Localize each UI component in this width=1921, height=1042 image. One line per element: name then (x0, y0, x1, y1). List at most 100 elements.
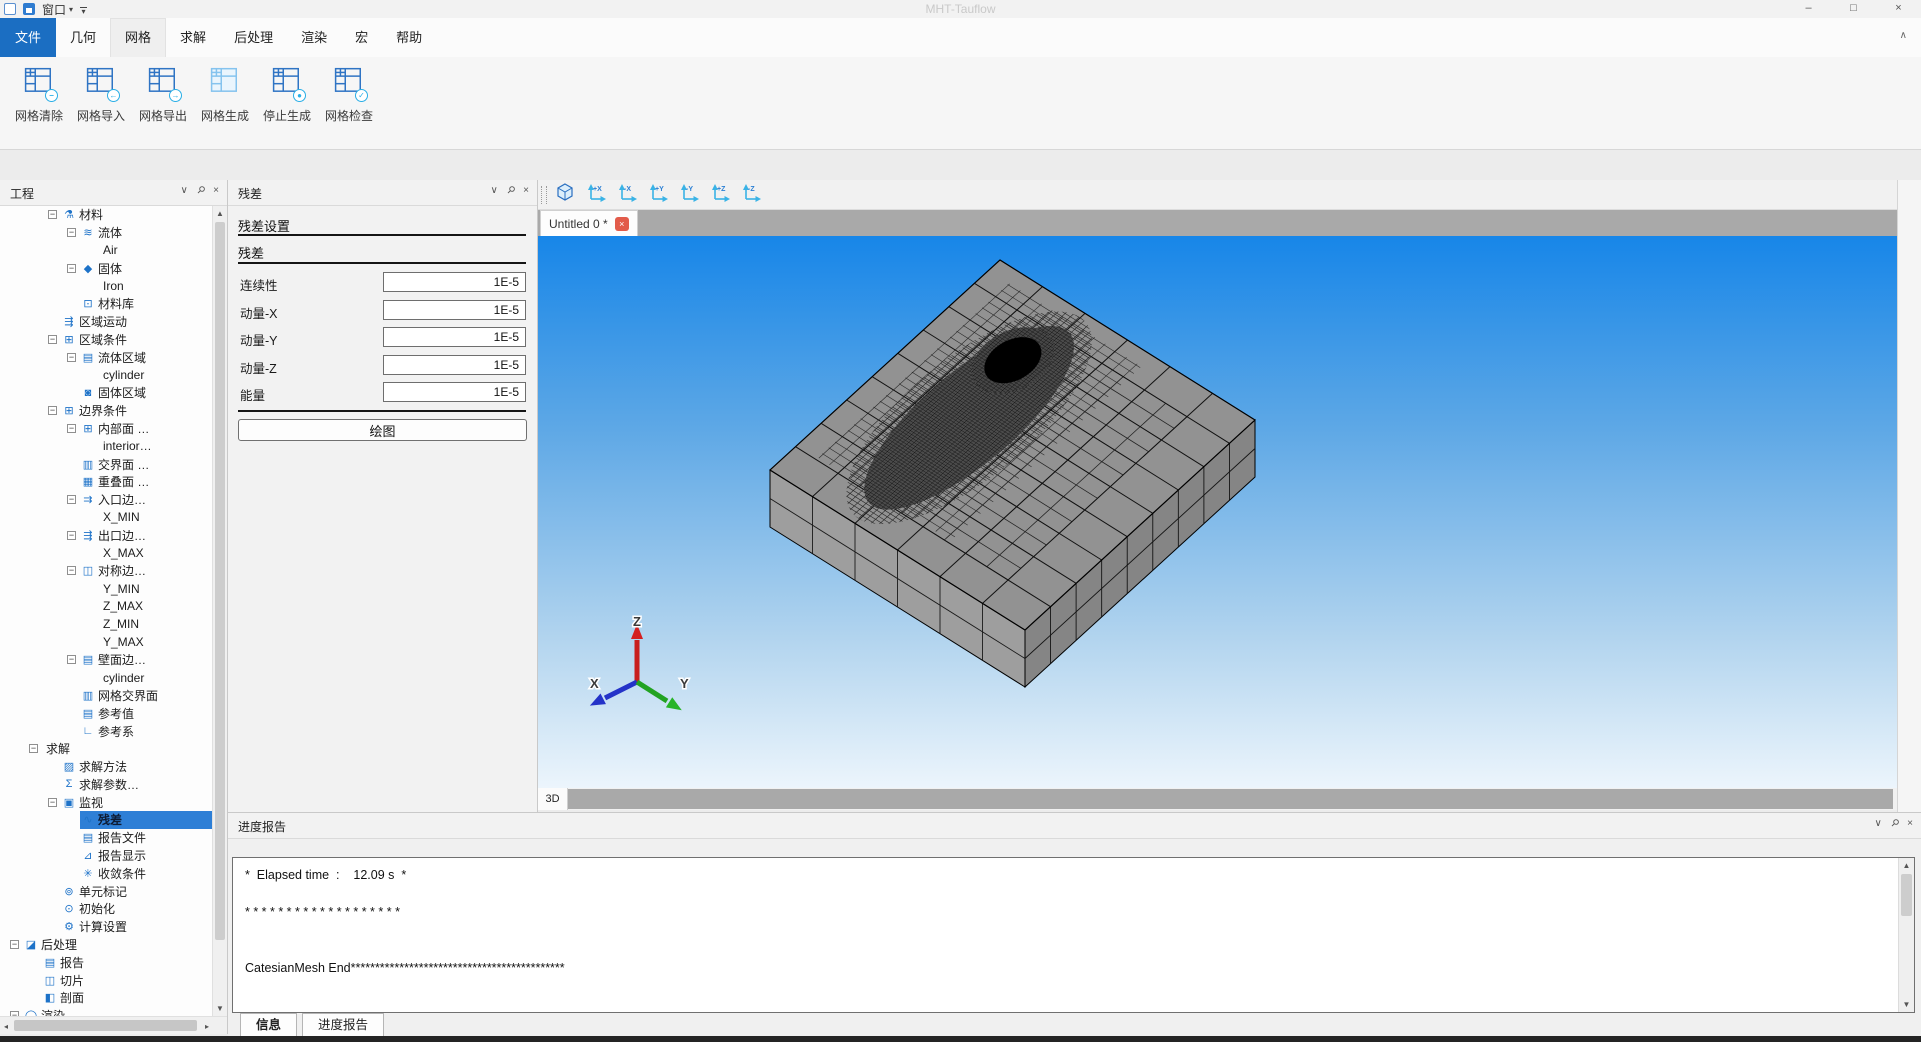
tree-item-interior…[interactable]: interior… (0, 437, 212, 455)
menu-tab-帮助[interactable]: 帮助 (382, 18, 436, 57)
tree-item-Z_MIN[interactable]: Z_MIN (0, 615, 212, 633)
tree-item-material-library[interactable]: ⊡ 材料库 (0, 295, 212, 313)
menu-tab-后处理[interactable]: 后处理 (220, 18, 287, 57)
tree-item-mesh-interface[interactable]: ▥ 网格交界面 (0, 687, 212, 705)
scroll-up-icon[interactable]: ▲ (213, 209, 227, 218)
scrollbar-thumb[interactable] (215, 222, 225, 940)
tree-item-region-condition[interactable]: − ⊞ 区域条件 (0, 331, 212, 349)
panel-collapse-icon[interactable]: ∨ (181, 185, 188, 196)
scroll-right-icon[interactable]: ▸ (205, 1022, 209, 1031)
menu-tab-网格[interactable]: 网格 (110, 18, 167, 57)
toolbar-drag-handle[interactable] (541, 185, 547, 204)
panel-collapse-icon[interactable]: ∨ (1875, 818, 1882, 829)
tree-expander[interactable]: − (48, 797, 57, 807)
tree-expander[interactable]: − (10, 940, 19, 950)
tree-expander[interactable]: − (67, 263, 76, 273)
tree-item-Z_MAX[interactable]: Z_MAX (0, 598, 212, 616)
tree-item-section[interactable]: ◧ 剖面 (0, 989, 212, 1007)
panel-collapse-icon[interactable]: ∨ (491, 185, 498, 196)
tree-item-Y_MIN[interactable]: Y_MIN (0, 580, 212, 598)
tree-item-reference-value[interactable]: ▤ 参考值 (0, 704, 212, 722)
tree-item-outlet-boundary[interactable]: − ⇶ 出口边… (0, 526, 212, 544)
tree-item-region-motion[interactable]: ⇶ 区域运动 (0, 313, 212, 331)
view-plusY-button[interactable]: +Y (645, 182, 671, 207)
menu-tab-宏[interactable]: 宏 (341, 18, 382, 57)
isometric-view-icon[interactable] (555, 182, 575, 207)
plot-button[interactable]: 绘图 (238, 419, 527, 441)
panel-close-icon[interactable]: × (1907, 818, 1913, 829)
tree-item-Air[interactable]: Air (0, 242, 212, 260)
scroll-left-icon[interactable]: ◂ (4, 1022, 8, 1031)
residual-input-动量-Y[interactable] (383, 327, 526, 347)
tree-item-interface-face[interactable]: ▥ 交界面 … (0, 455, 212, 473)
tree-item-wall-boundary[interactable]: − ▤ 壁面边… (0, 651, 212, 669)
tree-item-reference-frame[interactable]: ∟ 参考系 (0, 722, 212, 740)
tree-item-report-display[interactable]: ⊿ 报告显示 (0, 847, 212, 865)
tree-item-fluid[interactable]: − ≋ 流体 (0, 224, 212, 242)
tree-item-postprocess[interactable]: − ◪ 后处理 (0, 936, 212, 954)
mesh-generate-button[interactable]: 网格生成 (194, 67, 256, 124)
view-minusZ-button[interactable]: -Z (738, 182, 764, 207)
tree-item-render[interactable]: − ◯ 渲染 (0, 1007, 212, 1016)
tree-item-monitor[interactable]: − ▣ 监视 (0, 793, 212, 811)
viewport-3d[interactable]: Z X Y (538, 236, 1897, 788)
close-tab-icon[interactable]: × (614, 216, 629, 231)
tree-item-compute-settings[interactable]: ⚙ 计算设置 (0, 918, 212, 936)
view-plusX-button[interactable]: +X (583, 182, 609, 207)
view-mode-tab[interactable]: 3D (538, 788, 568, 810)
residual-input-能量[interactable] (383, 382, 526, 402)
menu-tab-文件[interactable]: 文件 (0, 18, 57, 57)
mesh-import-button[interactable]: ← 网格导入 (70, 67, 132, 124)
tree-item-internal-face[interactable]: − ⊞ 内部面 … (0, 420, 212, 438)
ribbon-collapse-icon[interactable]: ∧ (1900, 30, 1907, 41)
tree-item-residual[interactable]: ∿ 残差 (0, 811, 212, 829)
pin-icon[interactable]: ⚲ (1888, 817, 1901, 830)
tree-vertical-scrollbar[interactable]: ▲ ▼ (212, 206, 227, 1016)
tree-item-symmetry-boundary[interactable]: − ◫ 对称边… (0, 562, 212, 580)
mesh-stop-generate-button[interactable]: ● 停止生成 (256, 67, 318, 124)
tree-item-X_MAX[interactable]: X_MAX (0, 544, 212, 562)
mesh-export-button[interactable]: → 网格导出 (132, 67, 194, 124)
tree-item-solve-params[interactable]: Σ 求解参数… (0, 776, 212, 794)
tree-item-initialize[interactable]: ⊙ 初始化 (0, 900, 212, 918)
menu-tab-求解[interactable]: 求解 (166, 18, 220, 57)
tree-item-boundary-condition[interactable]: − ⊞ 边界条件 (0, 402, 212, 420)
tree-expander[interactable]: − (67, 352, 76, 362)
tree-item-convergence-condition[interactable]: ✳ 收敛条件 (0, 864, 212, 882)
residual-input-动量-X[interactable] (383, 299, 526, 320)
scrollbar-thumb[interactable] (14, 1020, 197, 1031)
tree-item-fluid-region[interactable]: − ▤ 流体区域 (0, 348, 212, 366)
tree-item-solid[interactable]: − ◆ 固体 (0, 259, 212, 277)
tree-item-inlet-boundary[interactable]: − ⇉ 入口边… (0, 491, 212, 509)
tree-item-report[interactable]: ▤ 报告 (0, 953, 212, 971)
close-button[interactable]: × (1876, 0, 1921, 18)
tree-item-Y_MAX[interactable]: Y_MAX (0, 633, 212, 651)
tree-expander[interactable]: − (48, 406, 57, 416)
tree-expander[interactable]: − (67, 566, 76, 576)
log-vertical-scrollbar[interactable]: ▲ ▼ (1898, 858, 1914, 1012)
tree-item-solve[interactable]: − 求解 (0, 740, 212, 758)
pin-icon[interactable]: ⚲ (194, 184, 207, 197)
tree-item-solve-method[interactable]: ▨ 求解方法 (0, 758, 212, 776)
tree-expander[interactable]: − (48, 210, 57, 220)
scrollbar-thumb[interactable] (1901, 874, 1912, 916)
document-tab[interactable]: Untitled 0 * × (540, 210, 638, 236)
residual-input-连续性[interactable] (383, 272, 526, 292)
menu-tab-几何[interactable]: 几何 (56, 18, 110, 57)
tree-item-overlap-face[interactable]: ▦ 重叠面 … (0, 473, 212, 491)
mesh-clear-button[interactable]: − 网格清除 (8, 67, 70, 124)
log-tab-进度报告[interactable]: 进度报告 (302, 1013, 385, 1037)
panel-close-icon[interactable]: × (213, 185, 219, 196)
tree-item-material[interactable]: − ⚗ 材料 (0, 206, 212, 224)
tree-horizontal-scrollbar[interactable]: ◂ ▸ (0, 1016, 227, 1034)
tree-expander[interactable]: − (67, 228, 76, 238)
tree-expander[interactable]: − (67, 655, 76, 665)
tree-expander[interactable]: − (48, 334, 57, 344)
view-plusZ-button[interactable]: +Z (707, 182, 733, 207)
tree-expander[interactable]: − (67, 530, 76, 540)
menu-tab-渲染[interactable]: 渲染 (287, 18, 341, 57)
view-minusY-button[interactable]: -Y (676, 182, 702, 207)
minimize-button[interactable]: – (1786, 0, 1831, 18)
tree-item-report-file[interactable]: ▤ 报告文件 (0, 829, 212, 847)
scroll-down-icon[interactable]: ▼ (213, 1004, 227, 1013)
